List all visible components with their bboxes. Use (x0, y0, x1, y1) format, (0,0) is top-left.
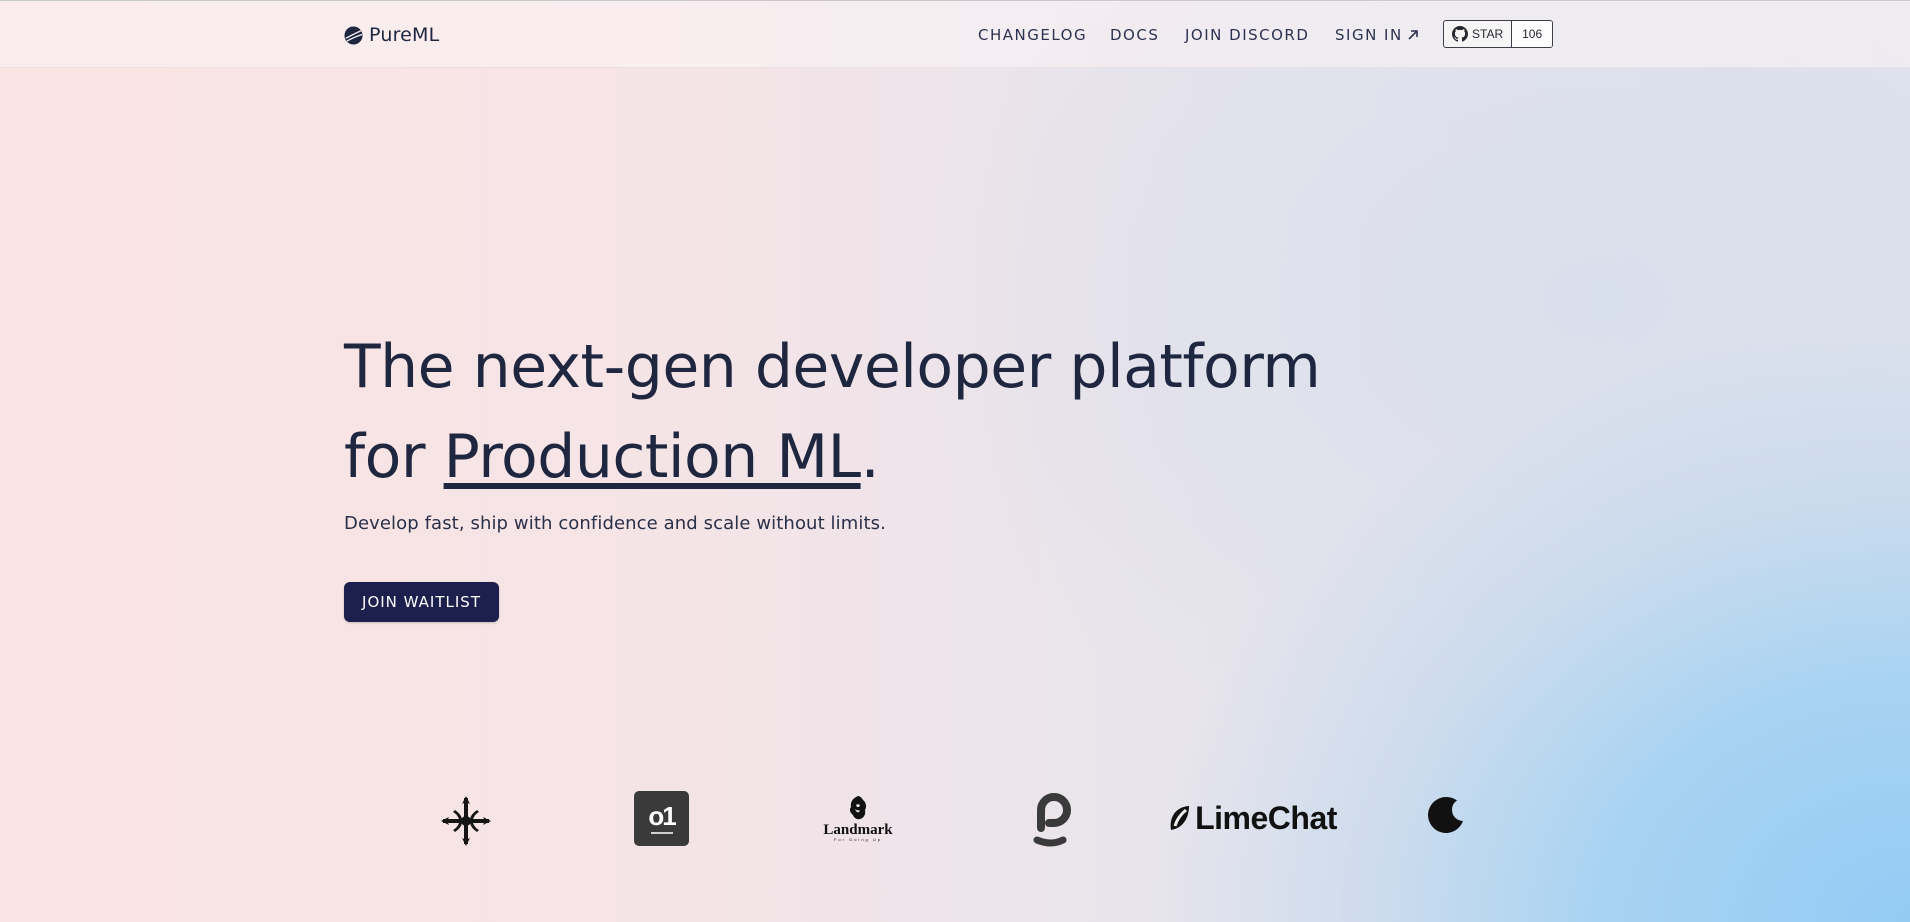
c-crescent-icon (1428, 796, 1463, 833)
github-star-label: STAR (1472, 27, 1504, 41)
landmark-tagline: For Going Up (833, 836, 882, 842)
hero-headline: The next-gen developer platform for Prod… (344, 322, 1344, 502)
partner-logo-o1: o1 (633, 790, 690, 847)
github-icon (1452, 26, 1468, 42)
limechat-logo-text: LimeChat (1195, 799, 1337, 836)
o1-logo-underline (650, 831, 673, 834)
p-lettermark-icon (1033, 793, 1071, 847)
sign-in-label: SIGN IN (1335, 26, 1403, 44)
partner-logo-c (1424, 793, 1468, 837)
nav-docs[interactable]: DOCS (1110, 23, 1159, 47)
nav-join-discord[interactable]: JOIN DISCORD (1185, 23, 1309, 47)
github-star-widget: STAR 106 (1443, 20, 1554, 48)
page: PureML CHANGELOG DOCS JOIN DISCORD SIGN … (0, 0, 1910, 922)
partner-logo-p (1028, 787, 1078, 849)
external-arrow-icon (1408, 30, 1418, 40)
site-header: PureML CHANGELOG DOCS JOIN DISCORD SIGN … (0, 1, 1910, 68)
lion-head-icon (849, 795, 867, 819)
github-star-count[interactable]: 106 (1512, 21, 1553, 47)
hero-subtitle: Develop fast, ship with confidence and s… (344, 513, 886, 534)
nav-sign-in[interactable]: SIGN IN (1335, 23, 1419, 47)
o1-logo-text: o1 (648, 800, 676, 831)
hero-headline-period: . (860, 422, 880, 492)
limechat-leaf-icon (1170, 806, 1190, 830)
partner-logo-cross (436, 791, 496, 851)
github-star-button[interactable]: STAR (1444, 21, 1513, 47)
logo-link[interactable]: PureML (344, 23, 439, 47)
landmark-logo-text: Landmark (823, 821, 893, 838)
ornate-cross-icon (441, 796, 491, 846)
logo-text: PureML (369, 24, 440, 46)
pureml-logo-icon (344, 25, 363, 45)
nav-changelog[interactable]: CHANGELOG (978, 23, 1087, 47)
o1-logo-box: o1 (634, 791, 689, 846)
partner-logo-landmark: Landmark For Going Up (818, 793, 898, 843)
partner-logo-limechat: LimeChat (1162, 800, 1342, 836)
join-waitlist-button[interactable]: JOIN WAITLIST (344, 582, 499, 622)
partner-logos: o1 Landmark For Going Up LimeChat (0, 775, 1910, 875)
hero-headline-highlight: Production ML (443, 422, 862, 492)
